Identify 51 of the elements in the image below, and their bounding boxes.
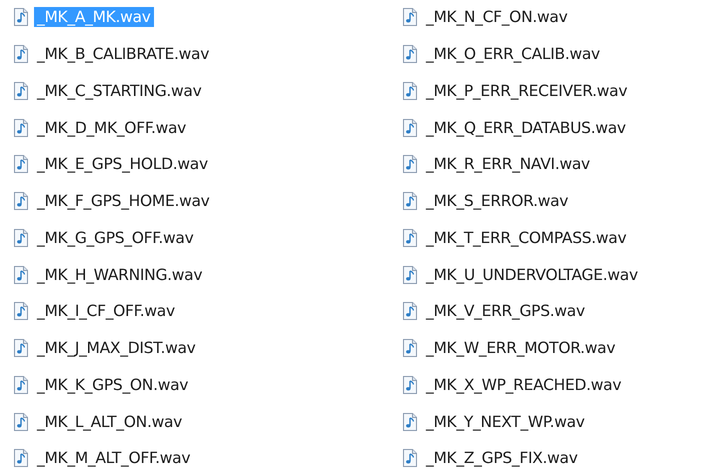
- audio-file-icon: [13, 449, 29, 468]
- file-name[interactable]: _MK_V_ERR_GPS.wav: [423, 301, 588, 322]
- audio-file-icon: [13, 228, 29, 247]
- audio-file-icon: [13, 302, 29, 320]
- file-name[interactable]: _MK_Y_NEXT_WP.wav: [423, 412, 588, 432]
- file-name[interactable]: _MK_F_GPS_HOME.wav: [34, 191, 213, 212]
- file-name[interactable]: _MK_S_ERROR.wav: [423, 191, 572, 212]
- file-name[interactable]: _MK_B_CALIBRATE.wav: [34, 44, 212, 64]
- file-name[interactable]: _MK_U_UNDERVOLTAGE.wav: [423, 264, 641, 285]
- file-name[interactable]: _MK_L_ALT_ON.wav: [34, 412, 186, 432]
- file-name[interactable]: _MK_K_GPS_ON.wav: [34, 374, 192, 395]
- file-name[interactable]: _MK_D_MK_OFF.wav: [34, 118, 190, 138]
- audio-file-icon: [13, 192, 29, 210]
- audio-file-icon: [13, 45, 29, 64]
- audio-file-icon: [402, 266, 418, 284]
- file-name[interactable]: _MK_W_ERR_MOTOR.wav: [423, 338, 618, 358]
- audio-file-icon: [402, 449, 418, 468]
- audio-file-icon: [13, 8, 29, 26]
- file-name[interactable]: _MK_E_GPS_HOLD.wav: [34, 154, 211, 174]
- file-name[interactable]: _MK_Q_ERR_DATABUS.wav: [423, 118, 629, 138]
- audio-file-icon: [402, 412, 418, 431]
- file-name[interactable]: _MK_T_ERR_COMPASS.wav: [423, 228, 630, 248]
- audio-file-icon: [402, 82, 418, 100]
- audio-file-icon: [13, 155, 29, 174]
- file-name[interactable]: _MK_M_ALT_OFF.wav: [34, 448, 194, 468]
- file-name[interactable]: _MK_X_WP_REACHED.wav: [423, 374, 624, 395]
- audio-file-icon: [402, 45, 418, 64]
- file-name[interactable]: _MK_G_GPS_OFF.wav: [34, 228, 196, 248]
- audio-file-icon: [402, 192, 418, 210]
- file-name[interactable]: _MK_P_ERR_RECEIVER.wav: [423, 80, 630, 101]
- audio-file-icon: [13, 339, 29, 358]
- audio-file-icon: [402, 302, 418, 320]
- file-name[interactable]: _MK_N_CF_ON.wav: [423, 7, 570, 28]
- audio-file-icon: [13, 412, 29, 431]
- audio-file-icon: [13, 376, 29, 394]
- file-name[interactable]: _MK_R_ERR_NAVI.wav: [423, 154, 593, 174]
- audio-file-icon: [402, 155, 418, 174]
- audio-file-icon: [13, 118, 29, 137]
- file-name[interactable]: _MK_J_MAX_DIST.wav: [34, 338, 199, 358]
- audio-file-icon: [402, 339, 418, 358]
- file-name[interactable]: _MK_Z_GPS_FIX.wav: [423, 448, 581, 468]
- audio-file-icon: [402, 118, 418, 137]
- file-name[interactable]: _MK_O_ERR_CALIB.wav: [423, 44, 603, 64]
- audio-file-icon: [402, 376, 418, 394]
- file-name[interactable]: _MK_I_CF_OFF.wav: [34, 301, 178, 322]
- audio-file-icon: [13, 82, 29, 100]
- audio-file-icon: [13, 266, 29, 284]
- audio-file-icon: [402, 8, 418, 26]
- file-name[interactable]: _MK_C_STARTING.wav: [34, 80, 204, 101]
- file-name[interactable]: _MK_H_WARNING.wav: [34, 264, 206, 285]
- audio-file-icon: [402, 228, 418, 247]
